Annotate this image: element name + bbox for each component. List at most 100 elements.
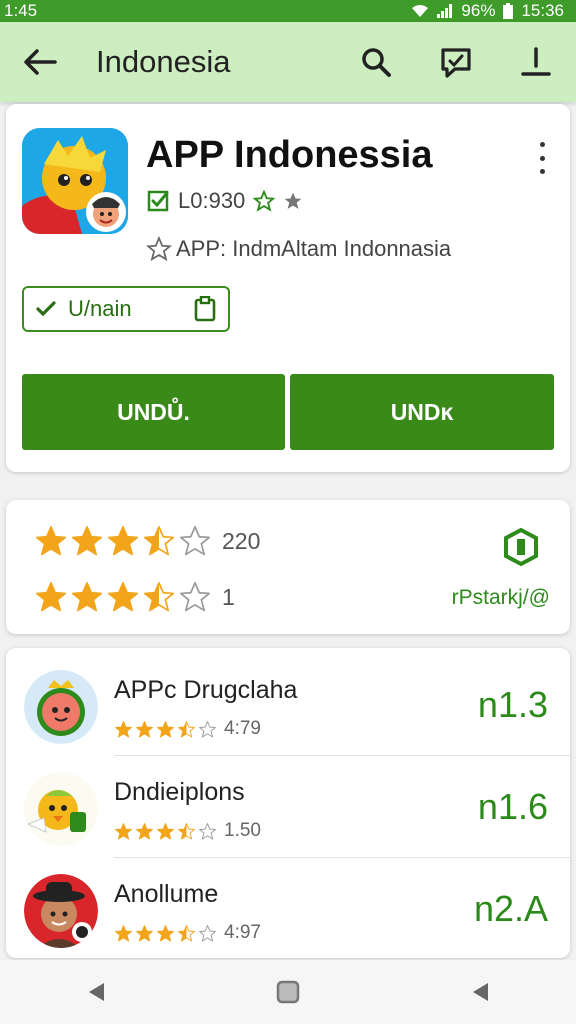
divider bbox=[114, 755, 570, 756]
star-filled-icon bbox=[35, 581, 67, 612]
list-item-rating: 4:97 bbox=[114, 922, 261, 944]
star-filled-icon bbox=[107, 581, 139, 612]
page-title: Indonesia bbox=[96, 44, 231, 79]
list-item-price: n1.6 bbox=[477, 786, 548, 827]
back-button[interactable] bbox=[0, 22, 80, 102]
star-half-icon bbox=[143, 525, 175, 556]
status-icons: 96% 15:36 bbox=[411, 1, 564, 21]
feedback-button[interactable] bbox=[416, 22, 496, 102]
list-item-price: n1.3 bbox=[477, 684, 548, 725]
person-hat-avatar-icon bbox=[24, 874, 98, 948]
install-status-chip[interactable]: U/nain bbox=[22, 286, 230, 332]
signal-icon bbox=[437, 4, 453, 18]
star-rating bbox=[34, 524, 212, 558]
ratings-link[interactable]: rPstarkj/@ bbox=[452, 586, 550, 610]
clipboard-icon bbox=[194, 296, 216, 322]
list-item[interactable]: Anollume 4:97 n2.A bbox=[6, 860, 570, 960]
system-nav-bar bbox=[0, 960, 576, 1024]
star-green-icon bbox=[253, 190, 276, 212]
list-item-rating-value: 1.50 bbox=[224, 820, 261, 841]
verified-icon bbox=[147, 190, 169, 212]
star-outline-icon bbox=[284, 192, 302, 209]
app-meta-value: L0:930 bbox=[178, 188, 246, 213]
rating-count: 1 bbox=[222, 583, 235, 610]
list-item[interactable]: APPc Drugclaha 4:79 n1.3 bbox=[6, 656, 570, 756]
app-publisher: APP: IndmAltam Indonnasia bbox=[176, 236, 452, 261]
star-half-icon bbox=[178, 924, 195, 941]
person-hat-avatar-icon bbox=[24, 874, 98, 948]
search-icon bbox=[362, 48, 391, 77]
star-empty-icon bbox=[199, 924, 216, 941]
divider bbox=[114, 857, 570, 858]
star-filled-icon bbox=[115, 924, 132, 941]
shield-badge-icon[interactable] bbox=[502, 528, 540, 566]
duck-avatar-icon bbox=[24, 772, 98, 846]
star-empty-icon bbox=[179, 525, 211, 556]
battery-percent: 96% bbox=[461, 1, 496, 20]
star-filled-icon bbox=[136, 822, 153, 839]
app-detail-card: APP Indonessia L0:930 APP: IndmAltam Ind… bbox=[6, 104, 570, 472]
related-apps-card: APPc Drugclaha 4:79 n1.3 Dndieiplons 1.5… bbox=[6, 648, 570, 958]
wifi-icon bbox=[412, 5, 429, 17]
status-time-right: 15:36 bbox=[521, 1, 564, 20]
watermelon-avatar-icon bbox=[24, 670, 98, 744]
download-button[interactable] bbox=[496, 22, 576, 102]
app-icon[interactable] bbox=[22, 128, 128, 234]
overflow-menu-button[interactable] bbox=[532, 142, 552, 174]
list-item-name: Anollume bbox=[114, 880, 219, 908]
star-rating bbox=[114, 822, 217, 841]
cartoon-app-icon bbox=[22, 128, 128, 234]
install-button-left[interactable]: UNDŮ. bbox=[22, 374, 285, 450]
star-filled-icon bbox=[115, 822, 132, 839]
list-item-name: Dndieiplons bbox=[114, 778, 245, 806]
star-rating bbox=[114, 924, 217, 943]
triangle-back-icon bbox=[473, 983, 488, 1001]
star-filled-icon bbox=[71, 525, 103, 556]
star-filled-icon bbox=[157, 822, 174, 839]
more-vert-dot bbox=[539, 155, 545, 161]
app-meta-row: L0:930 bbox=[146, 188, 303, 214]
triangle-back-icon bbox=[89, 983, 104, 1001]
chip-label: U/nain bbox=[68, 296, 132, 321]
install-button-right[interactable]: UNDĸ bbox=[290, 374, 554, 450]
list-item-name: APPc Drugclaha bbox=[114, 676, 298, 704]
star-empty-icon bbox=[199, 720, 216, 737]
star-filled-icon bbox=[71, 581, 103, 612]
search-button[interactable] bbox=[336, 22, 416, 102]
more-vert-icon bbox=[539, 142, 545, 147]
status-bar: 1:45 96% 15:36 bbox=[0, 0, 576, 22]
star-rating bbox=[114, 720, 217, 739]
ratings-card: 220 1 rPstarkj/@ bbox=[6, 500, 570, 634]
star-half-icon bbox=[178, 822, 195, 839]
rating-row-1: 220 bbox=[34, 524, 260, 558]
star-empty-icon bbox=[179, 581, 211, 612]
battery-icon bbox=[503, 3, 514, 19]
nav-recents-button[interactable] bbox=[450, 962, 510, 1022]
list-item-price: n2.A bbox=[473, 888, 548, 929]
star-filled-icon bbox=[136, 720, 153, 737]
star-filled-icon bbox=[35, 525, 67, 556]
rating-row-2: 1 bbox=[34, 580, 235, 614]
star-filled-icon bbox=[115, 720, 132, 737]
list-item[interactable]: Dndieiplons 1.50 n1.6 bbox=[6, 758, 570, 858]
star-filled-icon bbox=[157, 924, 174, 941]
list-item-rating: 4:79 bbox=[114, 718, 261, 740]
star-filled-icon bbox=[157, 720, 174, 737]
download-icon bbox=[521, 47, 551, 76]
nav-home-button[interactable] bbox=[258, 962, 318, 1022]
check-icon bbox=[36, 301, 56, 317]
nav-back-button[interactable] bbox=[66, 962, 126, 1022]
list-item-rating: 1.50 bbox=[114, 820, 261, 842]
star-filled-icon bbox=[136, 924, 153, 941]
app-bar: Indonesia bbox=[0, 22, 576, 102]
status-time-left: 1:45 bbox=[4, 1, 38, 20]
watermelon-avatar-icon bbox=[24, 670, 98, 744]
list-item-rating-value: 4:79 bbox=[224, 718, 261, 739]
star-rating bbox=[34, 580, 212, 614]
star-filled-icon bbox=[107, 525, 139, 556]
star-half-icon bbox=[143, 581, 175, 612]
star-half-icon bbox=[178, 720, 195, 737]
more-vert-dot bbox=[539, 169, 545, 174]
star-outline-icon bbox=[146, 236, 172, 262]
app-publisher-row: APP: IndmAltam Indonnasia bbox=[146, 236, 451, 262]
